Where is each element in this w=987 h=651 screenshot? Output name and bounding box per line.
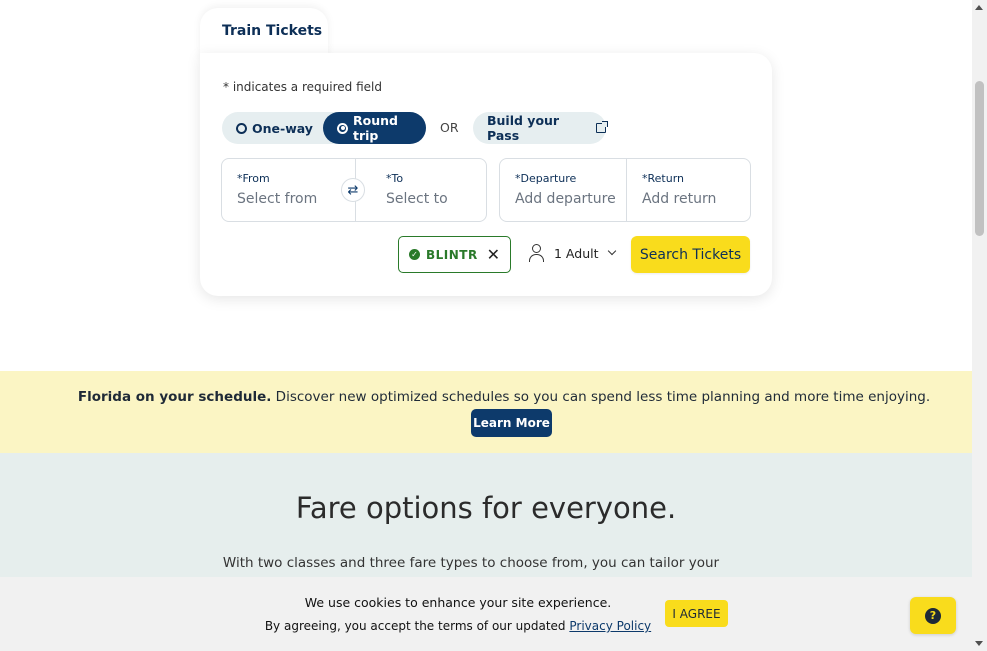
or-divider-text: OR xyxy=(440,120,459,135)
build-pass-button[interactable]: Build your Pass xyxy=(473,112,608,144)
cookie-message: We use cookies to enhance your site expe… xyxy=(304,595,612,610)
tab-label: Train Tickets xyxy=(222,23,323,39)
external-link-icon xyxy=(596,121,608,133)
cookie-terms: By agreeing, you accept the terms of our… xyxy=(0,619,916,633)
agree-button[interactable]: I AGREE xyxy=(665,600,728,627)
chevron-down-icon xyxy=(607,246,616,256)
banner-bold-text: Florida on your schedule. xyxy=(77,389,272,405)
route-fields: *From Select from *To Select to ⇄ xyxy=(221,158,487,222)
scroll-down-arrow-icon[interactable] xyxy=(975,641,983,646)
scrollbar-thumb[interactable] xyxy=(975,81,984,236)
trip-type-toggle: One-way Round trip xyxy=(222,112,426,144)
departure-placeholder: Add departure xyxy=(515,191,616,207)
promo-code-chip[interactable]: ✓ BLINTR ✕ xyxy=(398,236,511,273)
departure-field[interactable]: *Departure Add departure xyxy=(500,159,626,221)
build-pass-label: Build your Pass xyxy=(487,113,560,143)
swap-stations-button[interactable]: ⇄ xyxy=(341,178,365,202)
fare-heading: Fare options for everyone. xyxy=(295,491,677,525)
page-scrollbar[interactable] xyxy=(972,0,987,651)
passenger-count: 1 Adult xyxy=(554,245,599,261)
departure-label: *Departure xyxy=(515,172,577,185)
learn-more-button[interactable]: Learn More xyxy=(471,409,552,437)
person-icon xyxy=(528,244,544,262)
scroll-up-arrow-icon[interactable] xyxy=(975,5,983,10)
page-viewport: Train Tickets * indicates a required fie… xyxy=(0,0,972,651)
cookie-terms-text: By agreeing, you accept the terms of our… xyxy=(264,619,570,633)
from-field[interactable]: *From Select from xyxy=(222,159,355,221)
return-placeholder: Add return xyxy=(642,191,717,207)
one-way-option[interactable]: One-way xyxy=(222,112,322,144)
round-trip-option[interactable]: Round trip xyxy=(323,112,426,144)
round-trip-label: Round trip xyxy=(353,113,398,143)
one-way-label: One-way xyxy=(252,120,313,136)
cookie-consent-bar: We use cookies to enhance your site expe… xyxy=(0,577,972,651)
radio-selected-icon xyxy=(337,122,348,134)
to-placeholder: Select to xyxy=(386,191,448,207)
return-field[interactable]: *Return Add return xyxy=(626,159,752,221)
promo-code-text: BLINTR xyxy=(426,247,478,262)
passenger-selector[interactable]: 1 Adult xyxy=(528,244,616,262)
banner-message: Florida on your schedule. Discover new o… xyxy=(0,389,972,405)
privacy-policy-link[interactable]: Privacy Policy xyxy=(569,619,651,633)
from-label: *From xyxy=(237,172,270,185)
booking-widget: * indicates a required field One-way Rou… xyxy=(200,53,772,296)
radio-icon xyxy=(236,122,247,134)
date-fields: *Departure Add departure *Return Add ret… xyxy=(499,158,751,222)
help-icon: ? xyxy=(925,607,941,624)
swap-icon: ⇄ xyxy=(347,182,359,198)
to-field[interactable]: *To Select to xyxy=(355,159,488,221)
close-icon[interactable]: ✕ xyxy=(487,245,500,264)
from-placeholder: Select from xyxy=(237,191,318,207)
fare-description: With two classes and three fare types to… xyxy=(222,555,720,571)
check-circle-icon: ✓ xyxy=(409,249,420,260)
schedule-banner: Florida on your schedule. Discover new o… xyxy=(0,371,972,453)
required-field-note: * indicates a required field xyxy=(223,80,382,94)
search-tickets-button[interactable]: Search Tickets xyxy=(631,236,750,273)
to-label: *To xyxy=(386,172,404,185)
help-button[interactable]: ? xyxy=(910,597,956,634)
banner-text: Discover new optimized schedules so you … xyxy=(271,389,931,405)
return-label: *Return xyxy=(642,172,685,185)
